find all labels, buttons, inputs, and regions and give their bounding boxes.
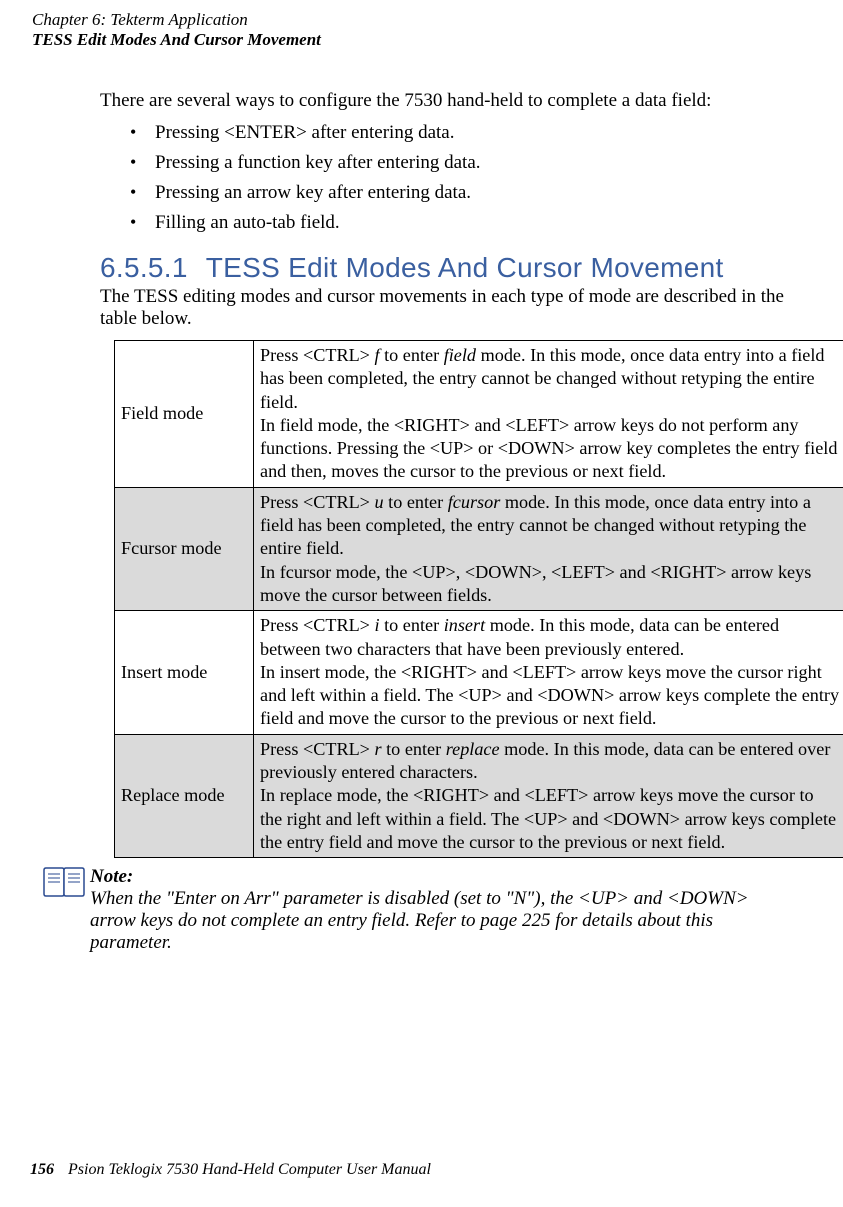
mode-label: Fcursor mode (115, 487, 254, 610)
mode-description: Press <CTRL> i to enter insert mode. In … (254, 611, 843, 734)
heading-title: TESS Edit Modes And Cursor Movement (206, 252, 724, 283)
bullet-list: Pressing <ENTER> after entering data. Pr… (100, 122, 803, 234)
mode-description: Press <CTRL> f to enter field mode. In t… (254, 341, 843, 488)
note-label: Note: (90, 866, 146, 888)
mode-label: Replace mode (115, 734, 254, 857)
list-item: Pressing a function key after entering d… (130, 152, 803, 174)
note-block: Note: When the "Enter on Arr" parameter … (30, 866, 813, 954)
section-header: TESS Edit Modes And Cursor Movement (32, 30, 813, 50)
mode-label: Field mode (115, 341, 254, 488)
page-footer: 156 Psion Teklogix 7530 Hand-Held Comput… (30, 1161, 431, 1179)
footer-title: Psion Teklogix 7530 Hand-Held Computer U… (68, 1161, 431, 1178)
table-intro: The TESS editing modes and cursor moveme… (100, 286, 803, 330)
mode-description: Press <CTRL> r to enter replace mode. In… (254, 734, 843, 857)
list-item: Pressing <ENTER> after entering data. (130, 122, 803, 144)
page-number: 156 (30, 1161, 54, 1178)
list-item: Filling an auto-tab field. (130, 212, 803, 234)
table-row: Insert mode Press <CTRL> i to enter inse… (115, 611, 843, 734)
note-book-icon (42, 866, 90, 905)
heading-number: 6.5.5.1 (100, 252, 188, 284)
table-row: Field mode Press <CTRL> f to enter field… (115, 341, 843, 488)
mode-description: Press <CTRL> u to enter fcursor mode. In… (254, 487, 843, 610)
list-item: Pressing an arrow key after entering dat… (130, 182, 803, 204)
intro-paragraph: There are several ways to configure the … (100, 90, 803, 112)
table-row: Replace mode Press <CTRL> r to enter rep… (115, 734, 843, 857)
chapter-header: Chapter 6: Tekterm Application (32, 10, 813, 30)
section-heading: 6.5.5.1 TESS Edit Modes And Cursor Moveme… (100, 252, 813, 284)
modes-table: Field mode Press <CTRL> f to enter field… (114, 340, 843, 858)
table-row: Fcursor mode Press <CTRL> u to enter fcu… (115, 487, 843, 610)
note-text: When the "Enter on Arr" parameter is dis… (90, 888, 750, 954)
mode-label: Insert mode (115, 611, 254, 734)
